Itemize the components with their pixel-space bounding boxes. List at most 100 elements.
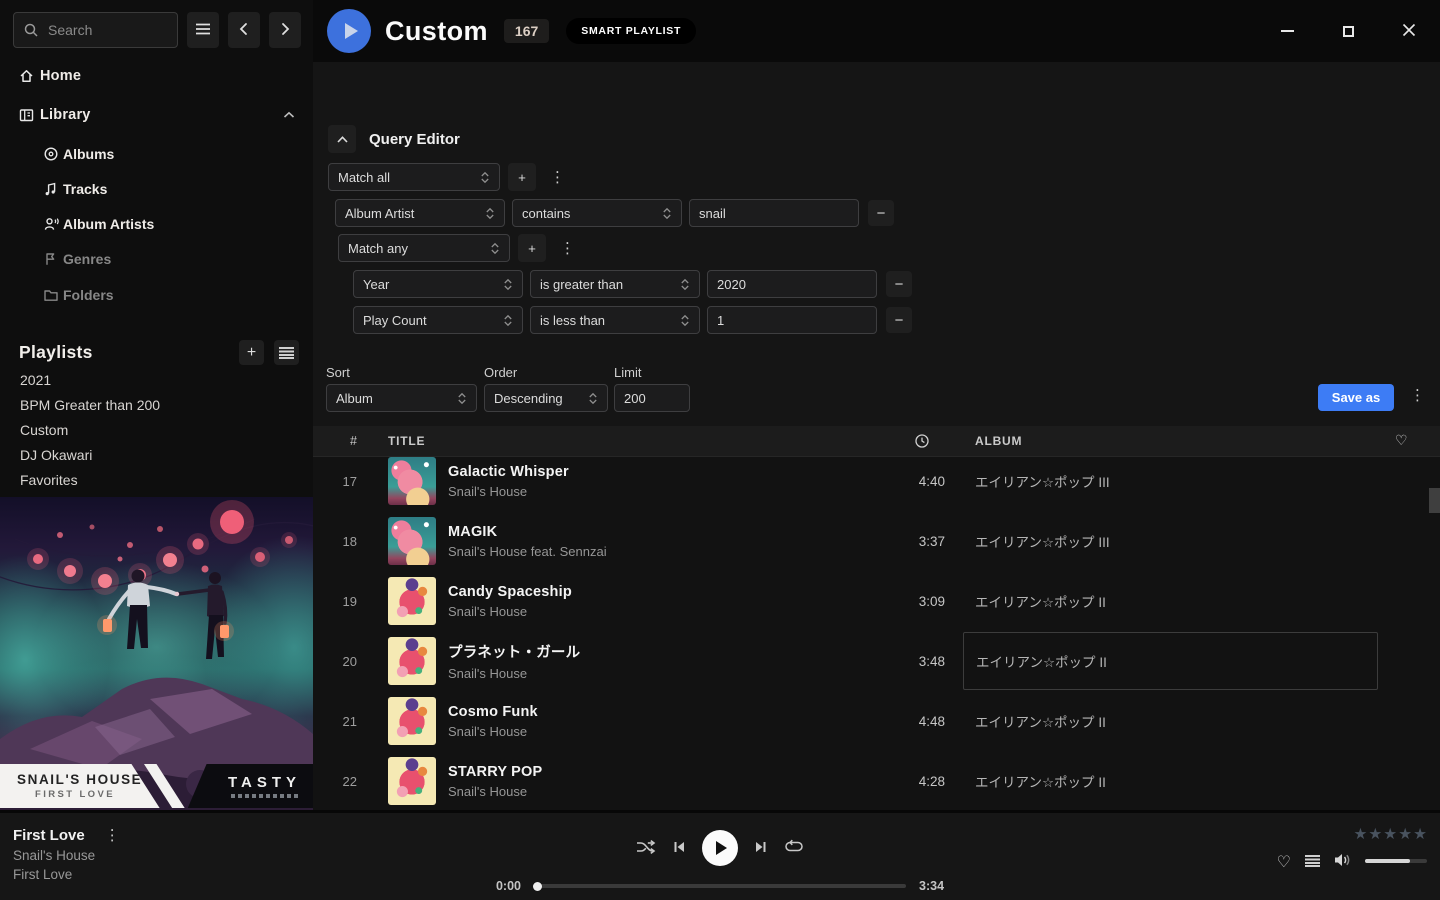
volume-slider[interactable]: [1365, 859, 1427, 863]
track-row[interactable]: 22 STARRY POP Snail's House 4:28 エイリアン☆ポ…: [313, 751, 1440, 810]
order-select[interactable]: Descending: [484, 384, 608, 412]
collapse-query-editor-button[interactable]: [328, 125, 356, 153]
track-row[interactable]: 17 Galactic Whisper Snail's House 4:40 エ…: [313, 457, 1440, 511]
nav-forward-button[interactable]: [269, 12, 301, 48]
home-icon: [17, 68, 35, 84]
track-album-cell[interactable]: エイリアン☆ポップ III: [963, 457, 1378, 510]
collapse-chevron-icon[interactable]: [283, 106, 295, 124]
limit-input[interactable]: [614, 384, 690, 412]
remove-rule-button[interactable]: −: [886, 271, 912, 297]
rule-operator-select[interactable]: is less than: [530, 306, 700, 334]
play-playlist-button[interactable]: [327, 9, 371, 53]
star-icon[interactable]: ★: [1368, 825, 1382, 843]
close-button[interactable]: [1394, 16, 1424, 46]
track-album-cell-focused[interactable]: エイリアン☆ポップ II: [963, 632, 1378, 690]
remove-rule-button[interactable]: −: [868, 200, 894, 226]
shuffle-icon: [636, 839, 656, 858]
rule-value-input[interactable]: [707, 270, 877, 298]
track-row[interactable]: 18 MAGIK Snail's House feat. Sennzai 3:3…: [313, 511, 1440, 571]
favorite-heart-icon[interactable]: ♡: [1395, 433, 1408, 449]
previous-track-button[interactable]: [672, 840, 686, 857]
track-album-cell[interactable]: エイリアン☆ポップ II: [963, 752, 1378, 810]
rule-field-select[interactable]: Year: [353, 270, 523, 298]
sidebar-item-home[interactable]: Home: [0, 63, 313, 89]
playlist-item[interactable]: BPM Greater than 200: [20, 397, 160, 417]
rule-operator-select[interactable]: is greater than: [530, 270, 700, 298]
remove-rule-button[interactable]: −: [886, 307, 912, 333]
track-album-cell[interactable]: エイリアン☆ポップ II: [963, 692, 1378, 750]
duration-clock-icon[interactable]: [914, 433, 930, 454]
playlist-item[interactable]: Favorites: [20, 472, 78, 492]
player-bar: First Love ⋮ Snail's House First Love: [0, 810, 1440, 900]
sidebar-item-label: Genres: [63, 251, 111, 267]
track-duration: 4:48: [889, 714, 945, 729]
sort-select[interactable]: Album: [326, 384, 477, 412]
star-icon[interactable]: ★: [1413, 825, 1427, 843]
group-options-button[interactable]: ⋮: [544, 168, 571, 186]
now-playing-artwork[interactable]: TASTY SNAIL'S HOUSE FIRST LOVE: [0, 497, 313, 810]
sidebar-item-library[interactable]: Library: [0, 102, 313, 128]
now-playing-options-button[interactable]: ⋮: [99, 826, 126, 844]
star-icon[interactable]: ★: [1353, 825, 1367, 843]
maximize-button[interactable]: [1333, 16, 1363, 46]
minimize-button[interactable]: [1272, 16, 1302, 46]
repeat-button[interactable]: [784, 839, 804, 857]
track-number: 22: [313, 774, 357, 789]
rule-field-select[interactable]: Play Count: [353, 306, 523, 334]
sidebar-item-album-artists[interactable]: Album Artists: [0, 212, 313, 236]
list-icon: [279, 347, 294, 359]
volume-fill: [1365, 859, 1410, 863]
chevron-right-icon: [278, 22, 292, 39]
playlist-item[interactable]: Custom: [20, 422, 68, 442]
track-row[interactable]: 19 Candy Spaceship Snail's House 3:09 エイ…: [313, 571, 1440, 631]
rule-value-input[interactable]: [689, 199, 859, 227]
track-album-cell[interactable]: エイリアン☆ポップ III: [963, 512, 1378, 570]
updown-arrows-icon: [662, 207, 672, 220]
scrollbar-thumb[interactable]: [1429, 488, 1440, 513]
save-options-button[interactable]: ⋮: [1404, 386, 1431, 404]
match-mode-select[interactable]: Match any: [338, 234, 510, 262]
add-playlist-button[interactable]: +: [239, 340, 264, 365]
star-icon[interactable]: ★: [1398, 825, 1412, 843]
star-icon[interactable]: ★: [1383, 825, 1397, 843]
playlist-options-button[interactable]: [274, 340, 299, 365]
add-rule-button[interactable]: +: [518, 234, 546, 262]
next-track-button[interactable]: [754, 840, 768, 857]
queue-button[interactable]: [1305, 855, 1320, 867]
track-artist: Snail's House: [448, 604, 828, 619]
menu-button[interactable]: [187, 12, 219, 48]
sidebar-item-tracks[interactable]: Tracks: [0, 177, 313, 201]
track-album-cell[interactable]: エイリアン☆ポップ II: [963, 572, 1378, 630]
favorite-button[interactable]: ♡: [1277, 852, 1291, 871]
sidebar-search-row: [13, 12, 301, 48]
rating-stars: ★ ★ ★ ★ ★: [1353, 825, 1427, 843]
track-row[interactable]: 21 Cosmo Funk Snail's House 4:48 エイリアン☆ポ…: [313, 691, 1440, 751]
speaker-icon: [1334, 853, 1351, 870]
sidebar-item-label: Home: [40, 68, 81, 84]
sidebar-item-folders[interactable]: Folders: [0, 283, 313, 307]
rule-value-input[interactable]: [707, 306, 877, 334]
sidebar-item-albums[interactable]: Albums: [0, 142, 313, 166]
playlist-item[interactable]: DJ Okawari: [20, 447, 92, 467]
rule-operator-select[interactable]: contains: [512, 199, 682, 227]
group-options-button[interactable]: ⋮: [554, 239, 581, 257]
playlist-item[interactable]: 2021: [20, 372, 51, 392]
column-album[interactable]: ALBUM: [975, 434, 1022, 448]
add-rule-button[interactable]: +: [508, 163, 536, 191]
column-number[interactable]: #: [313, 434, 357, 448]
seek-handle[interactable]: [533, 882, 542, 891]
sidebar-item-genres[interactable]: Genres: [0, 247, 313, 271]
play-pause-button[interactable]: [702, 830, 738, 866]
save-as-button[interactable]: Save as: [1318, 384, 1394, 411]
seek-slider[interactable]: [534, 884, 906, 888]
match-mode-select[interactable]: Match all: [328, 163, 500, 191]
volume-button[interactable]: [1334, 853, 1351, 870]
column-title[interactable]: TITLE: [388, 434, 425, 448]
nav-back-button[interactable]: [228, 12, 260, 48]
order-label: Order: [484, 365, 517, 380]
track-duration: 3:37: [889, 534, 945, 549]
rule-field-select[interactable]: Album Artist: [335, 199, 505, 227]
track-row[interactable]: 20 プラネット・ガール Snail's House 3:48 エイリアン☆ポッ…: [313, 631, 1440, 691]
shuffle-button[interactable]: [636, 839, 656, 858]
track-artist: Snail's House: [448, 724, 828, 739]
